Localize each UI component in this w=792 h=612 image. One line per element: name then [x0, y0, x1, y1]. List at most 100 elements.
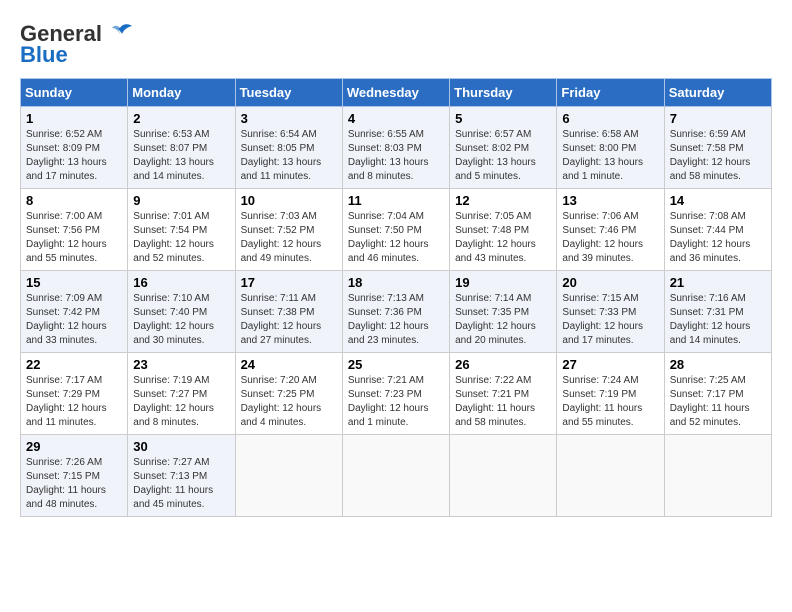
daylight-label: Daylight: 12 hours and 58 minutes.	[670, 157, 751, 182]
sunrise-label: Sunrise: 7:10 AM	[133, 293, 209, 304]
daylight-label: Daylight: 12 hours and 55 minutes.	[26, 239, 107, 264]
day-info: Sunrise: 7:13 AM Sunset: 7:36 PM Dayligh…	[348, 292, 444, 348]
calendar-cell: 4 Sunrise: 6:55 AM Sunset: 8:03 PM Dayli…	[342, 107, 449, 189]
day-number: 22	[26, 357, 122, 372]
day-number: 3	[241, 111, 337, 126]
calendar-week-row: 1 Sunrise: 6:52 AM Sunset: 8:09 PM Dayli…	[21, 107, 772, 189]
calendar-cell: 19 Sunrise: 7:14 AM Sunset: 7:35 PM Dayl…	[450, 271, 557, 353]
daylight-label: Daylight: 12 hours and 20 minutes.	[455, 321, 536, 346]
calendar-cell: 16 Sunrise: 7:10 AM Sunset: 7:40 PM Dayl…	[128, 271, 235, 353]
calendar-cell: 20 Sunrise: 7:15 AM Sunset: 7:33 PM Dayl…	[557, 271, 664, 353]
daylight-label: Daylight: 12 hours and 46 minutes.	[348, 239, 429, 264]
sunrise-label: Sunrise: 6:52 AM	[26, 129, 102, 140]
daylight-label: Daylight: 12 hours and 33 minutes.	[26, 321, 107, 346]
sunset-label: Sunset: 7:56 PM	[26, 225, 100, 236]
day-number: 5	[455, 111, 551, 126]
sunset-label: Sunset: 7:25 PM	[241, 389, 315, 400]
calendar-week-row: 15 Sunrise: 7:09 AM Sunset: 7:42 PM Dayl…	[21, 271, 772, 353]
sunset-label: Sunset: 7:38 PM	[241, 307, 315, 318]
sunrise-label: Sunrise: 7:19 AM	[133, 375, 209, 386]
daylight-label: Daylight: 12 hours and 14 minutes.	[670, 321, 751, 346]
day-info: Sunrise: 7:00 AM Sunset: 7:56 PM Dayligh…	[26, 210, 122, 266]
day-number: 15	[26, 275, 122, 290]
calendar-cell: 24 Sunrise: 7:20 AM Sunset: 7:25 PM Dayl…	[235, 353, 342, 435]
calendar-cell: 6 Sunrise: 6:58 AM Sunset: 8:00 PM Dayli…	[557, 107, 664, 189]
sunset-label: Sunset: 7:42 PM	[26, 307, 100, 318]
logo-blue: Blue	[20, 42, 68, 68]
sunrise-label: Sunrise: 7:04 AM	[348, 211, 424, 222]
day-info: Sunrise: 7:16 AM Sunset: 7:31 PM Dayligh…	[670, 292, 766, 348]
day-number: 28	[670, 357, 766, 372]
day-info: Sunrise: 7:24 AM Sunset: 7:19 PM Dayligh…	[562, 374, 658, 430]
calendar-week-row: 8 Sunrise: 7:00 AM Sunset: 7:56 PM Dayli…	[21, 189, 772, 271]
day-info: Sunrise: 7:06 AM Sunset: 7:46 PM Dayligh…	[562, 210, 658, 266]
sunrise-label: Sunrise: 7:05 AM	[455, 211, 531, 222]
calendar-cell	[235, 435, 342, 517]
sunrise-label: Sunrise: 6:57 AM	[455, 129, 531, 140]
calendar-cell: 2 Sunrise: 6:53 AM Sunset: 8:07 PM Dayli…	[128, 107, 235, 189]
day-number: 13	[562, 193, 658, 208]
col-header-saturday: Saturday	[664, 79, 771, 107]
day-number: 1	[26, 111, 122, 126]
sunset-label: Sunset: 7:40 PM	[133, 307, 207, 318]
sunset-label: Sunset: 7:31 PM	[670, 307, 744, 318]
day-number: 29	[26, 439, 122, 454]
daylight-label: Daylight: 11 hours and 58 minutes.	[455, 403, 535, 428]
day-number: 24	[241, 357, 337, 372]
calendar-cell: 30 Sunrise: 7:27 AM Sunset: 7:13 PM Dayl…	[128, 435, 235, 517]
daylight-label: Daylight: 12 hours and 49 minutes.	[241, 239, 322, 264]
day-number: 30	[133, 439, 229, 454]
day-info: Sunrise: 7:26 AM Sunset: 7:15 PM Dayligh…	[26, 456, 122, 512]
calendar-cell: 8 Sunrise: 7:00 AM Sunset: 7:56 PM Dayli…	[21, 189, 128, 271]
calendar-cell: 13 Sunrise: 7:06 AM Sunset: 7:46 PM Dayl…	[557, 189, 664, 271]
sunset-label: Sunset: 7:13 PM	[133, 471, 207, 482]
sunset-label: Sunset: 7:58 PM	[670, 143, 744, 154]
daylight-label: Daylight: 12 hours and 30 minutes.	[133, 321, 214, 346]
day-number: 20	[562, 275, 658, 290]
sunrise-label: Sunrise: 7:27 AM	[133, 457, 209, 468]
sunset-label: Sunset: 7:44 PM	[670, 225, 744, 236]
sunrise-label: Sunrise: 7:03 AM	[241, 211, 317, 222]
sunrise-label: Sunrise: 6:54 AM	[241, 129, 317, 140]
sunrise-label: Sunrise: 7:26 AM	[26, 457, 102, 468]
sunset-label: Sunset: 7:23 PM	[348, 389, 422, 400]
day-number: 11	[348, 193, 444, 208]
day-info: Sunrise: 7:10 AM Sunset: 7:40 PM Dayligh…	[133, 292, 229, 348]
sunrise-label: Sunrise: 7:08 AM	[670, 211, 746, 222]
day-info: Sunrise: 7:03 AM Sunset: 7:52 PM Dayligh…	[241, 210, 337, 266]
col-header-tuesday: Tuesday	[235, 79, 342, 107]
calendar-cell: 28 Sunrise: 7:25 AM Sunset: 7:17 PM Dayl…	[664, 353, 771, 435]
sunset-label: Sunset: 7:15 PM	[26, 471, 100, 482]
day-info: Sunrise: 7:19 AM Sunset: 7:27 PM Dayligh…	[133, 374, 229, 430]
sunrise-label: Sunrise: 7:15 AM	[562, 293, 638, 304]
day-number: 18	[348, 275, 444, 290]
day-info: Sunrise: 7:27 AM Sunset: 7:13 PM Dayligh…	[133, 456, 229, 512]
daylight-label: Daylight: 12 hours and 52 minutes.	[133, 239, 214, 264]
day-number: 7	[670, 111, 766, 126]
day-number: 8	[26, 193, 122, 208]
day-number: 21	[670, 275, 766, 290]
day-info: Sunrise: 7:15 AM Sunset: 7:33 PM Dayligh…	[562, 292, 658, 348]
sunrise-label: Sunrise: 7:01 AM	[133, 211, 209, 222]
sunrise-label: Sunrise: 6:53 AM	[133, 129, 209, 140]
calendar-cell: 9 Sunrise: 7:01 AM Sunset: 7:54 PM Dayli…	[128, 189, 235, 271]
calendar-cell: 27 Sunrise: 7:24 AM Sunset: 7:19 PM Dayl…	[557, 353, 664, 435]
day-info: Sunrise: 7:20 AM Sunset: 7:25 PM Dayligh…	[241, 374, 337, 430]
calendar-cell: 29 Sunrise: 7:26 AM Sunset: 7:15 PM Dayl…	[21, 435, 128, 517]
col-header-monday: Monday	[128, 79, 235, 107]
calendar-body: 1 Sunrise: 6:52 AM Sunset: 8:09 PM Dayli…	[21, 107, 772, 517]
sunset-label: Sunset: 8:09 PM	[26, 143, 100, 154]
calendar-table: SundayMondayTuesdayWednesdayThursdayFrid…	[20, 78, 772, 517]
calendar-week-row: 22 Sunrise: 7:17 AM Sunset: 7:29 PM Dayl…	[21, 353, 772, 435]
sunset-label: Sunset: 8:02 PM	[455, 143, 529, 154]
calendar-cell: 18 Sunrise: 7:13 AM Sunset: 7:36 PM Dayl…	[342, 271, 449, 353]
sunset-label: Sunset: 8:00 PM	[562, 143, 636, 154]
calendar-cell: 3 Sunrise: 6:54 AM Sunset: 8:05 PM Dayli…	[235, 107, 342, 189]
daylight-label: Daylight: 13 hours and 8 minutes.	[348, 157, 429, 182]
day-info: Sunrise: 7:05 AM Sunset: 7:48 PM Dayligh…	[455, 210, 551, 266]
sunset-label: Sunset: 7:19 PM	[562, 389, 636, 400]
day-info: Sunrise: 7:14 AM Sunset: 7:35 PM Dayligh…	[455, 292, 551, 348]
calendar-cell: 26 Sunrise: 7:22 AM Sunset: 7:21 PM Dayl…	[450, 353, 557, 435]
sunset-label: Sunset: 7:54 PM	[133, 225, 207, 236]
sunset-label: Sunset: 8:07 PM	[133, 143, 207, 154]
